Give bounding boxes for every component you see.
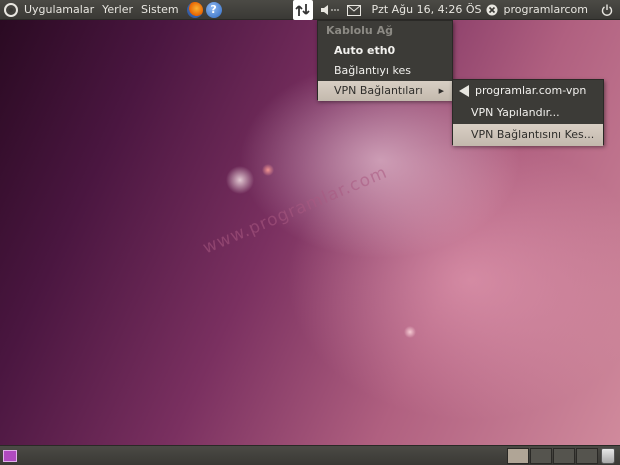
- submenu-arrow-icon: ▶: [438, 87, 444, 95]
- workspace-1[interactable]: [507, 448, 529, 464]
- workspace-4[interactable]: [576, 448, 598, 464]
- mail-icon[interactable]: [345, 4, 363, 16]
- power-icon[interactable]: [598, 4, 616, 16]
- network-icon[interactable]: [293, 0, 314, 20]
- connection-auto-eth0[interactable]: Auto eth0: [318, 41, 452, 61]
- disconnect-menu-item[interactable]: Bağlantıyı kes: [318, 61, 452, 81]
- clock[interactable]: Pzt Ağu 16, 4:26 ÖS: [367, 0, 485, 20]
- workspace-3[interactable]: [553, 448, 575, 464]
- system-menu[interactable]: Sistem: [137, 0, 183, 20]
- vpn-connections-label: VPN Bağlantıları: [334, 84, 423, 97]
- top-panel: Uygulamalar Yerler Sistem ? Pzt Ağu 16, …: [0, 0, 620, 20]
- ubuntu-logo-icon[interactable]: [4, 2, 18, 17]
- bottom-panel: [0, 445, 620, 465]
- firefox-icon[interactable]: [186, 1, 203, 18]
- help-icon[interactable]: ?: [205, 1, 222, 18]
- trash-icon[interactable]: [601, 448, 615, 464]
- volume-icon[interactable]: [319, 4, 341, 16]
- vpn-connection-item[interactable]: programlar.com-vpn: [453, 80, 603, 102]
- network-menu: Kablolu Ağ Auto eth0 Bağlantıyı kes VPN …: [317, 20, 453, 101]
- vpn-disconnect-menu-item[interactable]: VPN Bağlantısını Kes...: [453, 124, 603, 146]
- places-menu[interactable]: Yerler: [98, 0, 137, 20]
- show-desktop-icon[interactable]: [3, 450, 17, 462]
- vpn-submenu: programlar.com-vpn VPN Yapılandır... VPN…: [452, 79, 604, 146]
- wired-network-header: Kablolu Ağ: [326, 24, 393, 37]
- workspace-2[interactable]: [530, 448, 552, 464]
- vpn-lock-icon: [459, 85, 469, 97]
- applications-menu[interactable]: Uygulamalar: [20, 0, 98, 20]
- indicator-area: Pzt Ağu 16, 4:26 ÖS programlarcom: [293, 0, 620, 20]
- user-status-icon[interactable]: [485, 4, 499, 16]
- vpn-configure-menu-item[interactable]: VPN Yapılandır...: [453, 102, 603, 124]
- vpn-connections-menu-item[interactable]: VPN Bağlantıları ▶: [318, 81, 452, 101]
- vpn-connection-label: programlar.com-vpn: [475, 84, 587, 97]
- username-label[interactable]: programlarcom: [499, 0, 592, 20]
